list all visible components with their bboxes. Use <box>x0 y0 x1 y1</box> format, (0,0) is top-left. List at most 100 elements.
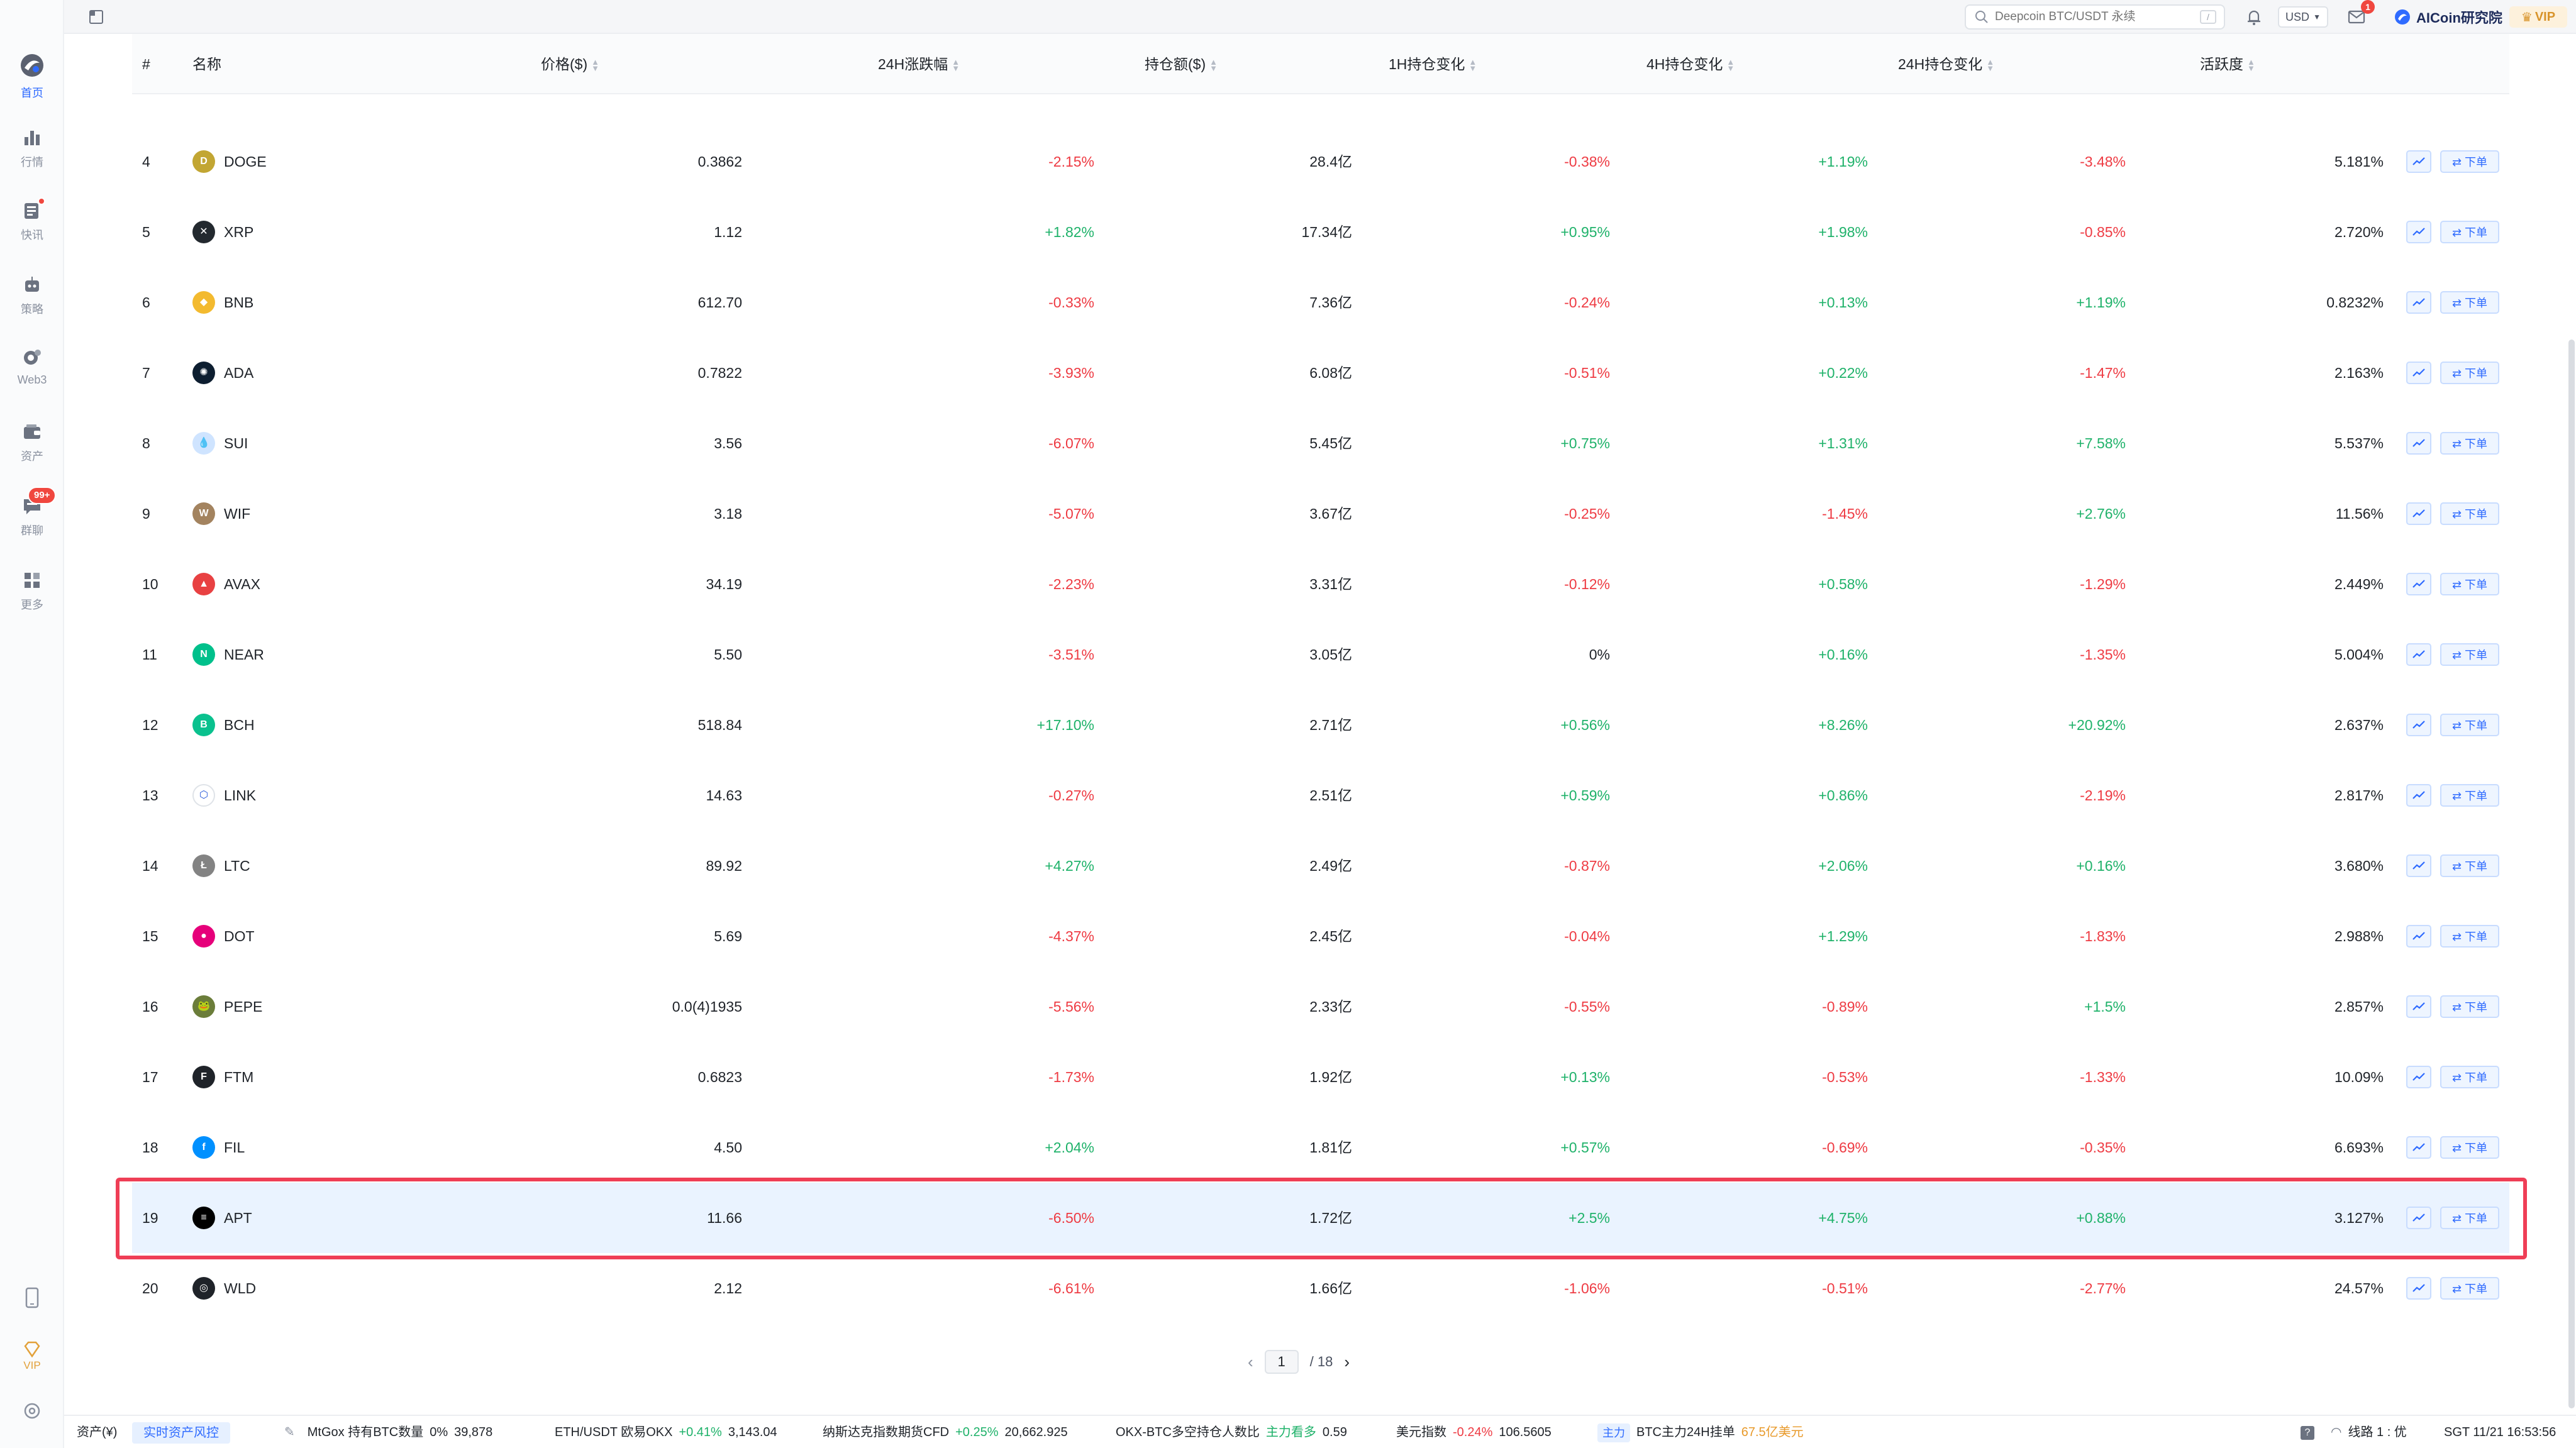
vip-button[interactable]: ♛ VIP <box>2509 6 2567 28</box>
row-chart-button[interactable] <box>2406 854 2431 877</box>
mobile-app-button[interactable] <box>0 1286 64 1309</box>
risk-control-tag[interactable]: 实时资产风控 <box>132 1416 230 1448</box>
settings-button[interactable] <box>0 1401 64 1421</box>
row-chart-button[interactable] <box>2406 1277 2431 1300</box>
sidebar-vip-button[interactable]: VIP <box>0 1340 64 1372</box>
row-chart-button[interactable] <box>2406 573 2431 595</box>
sidebar-item-assets[interactable]: 资产 <box>0 421 64 478</box>
row-coin[interactable]: N NEAR <box>192 619 264 690</box>
prev-page-button[interactable]: ‹ <box>1248 1352 1253 1372</box>
bell-icon[interactable] <box>2245 8 2263 26</box>
table-row[interactable]: 6 ◆ BNB 612.70 -0.33% 7.36亿 -0.24% +0.13% +1.19%… <box>132 267 2509 338</box>
row-chart-button[interactable] <box>2406 714 2431 736</box>
row-coin[interactable]: W WIF <box>192 478 250 549</box>
row-coin[interactable]: ≡ APT <box>192 1183 252 1253</box>
row-chart-button[interactable] <box>2406 1066 2431 1088</box>
table-row[interactable]: 5 ✕ XRP 1.12 +1.82% 17.34亿 +0.95% +1.98% -0.85% 2… <box>132 197 2509 267</box>
footer-mtgox[interactable]: ✎ MtGox 持有BTC数量 0% 39,878 <box>284 1416 492 1448</box>
row-coin[interactable]: ● DOT <box>192 901 255 971</box>
footer-btc-main[interactable]: 主力 BTC主力24H挂单 67.5亿美元 <box>1597 1416 1804 1448</box>
row-chart-button[interactable] <box>2406 362 2431 384</box>
sidebar-item-strategy[interactable]: 策略 <box>0 274 64 331</box>
row-order-button[interactable]: ⇄ 下单 <box>2440 291 2499 314</box>
row-coin[interactable]: ✺ ADA <box>192 338 253 408</box>
footer-okx-ratio[interactable]: OKX-BTC多空持仓人数比 主力看多 0.59 <box>1116 1416 1347 1448</box>
footer-nasdaq[interactable]: 纳斯达克指数期货CFD +0.25% 20,662.925 <box>823 1416 1068 1448</box>
sidebar-item-chat[interactable]: 99+ 群聊 <box>0 487 64 552</box>
col-header-24h-oi-change[interactable]: 24H持仓变化 ▲ ▼ <box>1898 34 1994 94</box>
search-input[interactable] <box>1995 10 2184 24</box>
table-row[interactable]: 4 D DOGE 0.3862 -2.15% 28.4亿 -0.38% +1.19% -3.48… <box>132 126 2509 197</box>
row-order-button[interactable]: ⇄ 下单 <box>2440 784 2499 807</box>
row-chart-button[interactable] <box>2406 925 2431 948</box>
row-order-button[interactable]: ⇄ 下单 <box>2440 1136 2499 1159</box>
table-row[interactable]: 14 Ł LTC 89.92 +4.27% 2.49亿 -0.87% +2.06% +0.16%… <box>132 831 2509 901</box>
row-chart-button[interactable] <box>2406 1207 2431 1229</box>
row-coin[interactable]: D DOGE <box>192 126 267 197</box>
col-header-1h-change[interactable]: 1H持仓变化 ▲ ▼ <box>1389 34 1477 94</box>
row-order-button[interactable]: ⇄ 下单 <box>2440 1066 2499 1088</box>
col-header-holdings[interactable]: 持仓额($) ▲ ▼ <box>1145 34 1218 94</box>
row-coin[interactable]: F FTM <box>192 1042 253 1112</box>
row-chart-button[interactable] <box>2406 221 2431 243</box>
row-order-button[interactable]: ⇄ 下单 <box>2440 150 2499 173</box>
table-row[interactable]: 10 ▲ AVAX 34.19 -2.23% 3.31亿 -0.12% +0.58% -1.29… <box>132 549 2509 619</box>
table-row[interactable]: 20 ◎ WLD 2.12 -6.61% 1.66亿 -1.06% -0.51% -2.77% 2… <box>132 1253 2509 1324</box>
footer-help[interactable]: ? <box>2301 1416 2314 1448</box>
col-header-price[interactable]: 价格($) ▲ ▼ <box>541 34 599 94</box>
row-order-button[interactable]: ⇄ 下单 <box>2440 854 2499 877</box>
row-chart-button[interactable] <box>2406 643 2431 666</box>
row-coin[interactable]: B BCH <box>192 690 255 760</box>
row-coin[interactable]: ◆ BNB <box>192 267 253 338</box>
row-coin[interactable]: 💧 SUI <box>192 408 248 478</box>
row-chart-button[interactable] <box>2406 784 2431 807</box>
row-order-button[interactable]: ⇄ 下单 <box>2440 643 2499 666</box>
sidebar-item-news[interactable]: 快讯 <box>0 197 64 257</box>
table-row[interactable]: 15 ● DOT 5.69 -4.37% 2.45亿 -0.04% +1.29% -1.83% 2… <box>132 901 2509 971</box>
sidebar-item-more[interactable]: 更多 <box>0 570 64 626</box>
footer-usd-index[interactable]: 美元指数 -0.24% 106.5605 <box>1396 1416 1552 1448</box>
row-order-button[interactable]: ⇄ 下单 <box>2440 573 2499 595</box>
row-coin[interactable]: ◎ WLD <box>192 1253 256 1324</box>
row-order-button[interactable]: ⇄ 下单 <box>2440 1277 2499 1300</box>
row-order-button[interactable]: ⇄ 下单 <box>2440 925 2499 948</box>
table-row[interactable]: 9 W WIF 3.18 -5.07% 3.67亿 -0.25% -1.45% +2.76% 11… <box>132 478 2509 549</box>
row-chart-button[interactable] <box>2406 1136 2431 1159</box>
currency-select[interactable]: USD ▼ <box>2278 6 2328 28</box>
table-row[interactable]: 17 F FTM 0.6823 -1.73% 1.92亿 +0.13% -0.53% -1.33… <box>132 1042 2509 1112</box>
col-header-activity[interactable]: 活跃度 ▲ ▼ <box>2200 34 2255 94</box>
col-header-4h-change[interactable]: 4H持仓变化 ▲ ▼ <box>1646 34 1735 94</box>
row-chart-button[interactable] <box>2406 995 2431 1018</box>
footer-ethusdt[interactable]: ETH/USDT 欧易OKX +0.41% 3,143.04 <box>555 1416 777 1448</box>
row-coin[interactable]: 🐸 PEPE <box>192 971 262 1042</box>
scrollbar-thumb[interactable] <box>2568 340 2575 1408</box>
row-order-button[interactable]: ⇄ 下单 <box>2440 714 2499 736</box>
table-row[interactable]: 16 🐸 PEPE 0.0(4)1935 -5.56% 2.33亿 -0.55% -0.89%… <box>132 971 2509 1042</box>
row-order-button[interactable]: ⇄ 下单 <box>2440 362 2499 384</box>
sidebar-collapse-icon[interactable] <box>88 9 104 25</box>
page-input[interactable]: 1 <box>1264 1350 1299 1374</box>
footer-connection-line[interactable]: ◠ 线路 1 : 优 <box>2331 1416 2407 1448</box>
row-coin[interactable]: f FIL <box>192 1112 245 1183</box>
row-chart-button[interactable] <box>2406 291 2431 314</box>
table-row[interactable]: 11 N NEAR 5.50 -3.51% 3.05亿 0% +0.16% -1.35% 5.00… <box>132 619 2509 690</box>
sidebar-item-market[interactable]: 行情 <box>0 127 64 184</box>
table-row[interactable]: 7 ✺ ADA 0.7822 -3.93% 6.08亿 -0.51% +0.22% -1.47%… <box>132 338 2509 408</box>
row-coin[interactable]: ✕ XRP <box>192 197 253 267</box>
sidebar-item-web3[interactable]: Web3 <box>0 347 64 404</box>
row-coin[interactable]: Ł LTC <box>192 831 250 901</box>
row-coin[interactable]: ▲ AVAX <box>192 549 260 619</box>
row-chart-button[interactable] <box>2406 150 2431 173</box>
search-box[interactable]: / <box>1965 4 2225 30</box>
row-order-button[interactable]: ⇄ 下单 <box>2440 502 2499 525</box>
table-row[interactable]: 13 ⬡ LINK 14.63 -0.27% 2.51亿 +0.59% +0.86% -2.19… <box>132 760 2509 831</box>
table-row[interactable]: 12 B BCH 518.84 +17.10% 2.71亿 +0.56% +8.26% +20.… <box>132 690 2509 760</box>
table-row[interactable]: 18 f FIL 4.50 +2.04% 1.81亿 +0.57% -0.69% -0.35% 6… <box>132 1112 2509 1183</box>
row-order-button[interactable]: ⇄ 下单 <box>2440 995 2499 1018</box>
row-order-button[interactable]: ⇄ 下单 <box>2440 1207 2499 1229</box>
col-header-24h-change[interactable]: 24H涨跌幅 ▲ ▼ <box>878 34 960 94</box>
row-order-button[interactable]: ⇄ 下单 <box>2440 221 2499 243</box>
user-profile[interactable]: AICoin研究院 <box>2394 6 2502 28</box>
table-row[interactable]: 19 ≡ APT 11.66 -6.50% 1.72亿 +2.5% +4.75% +0.88% 3… <box>132 1183 2509 1253</box>
row-chart-button[interactable] <box>2406 502 2431 525</box>
